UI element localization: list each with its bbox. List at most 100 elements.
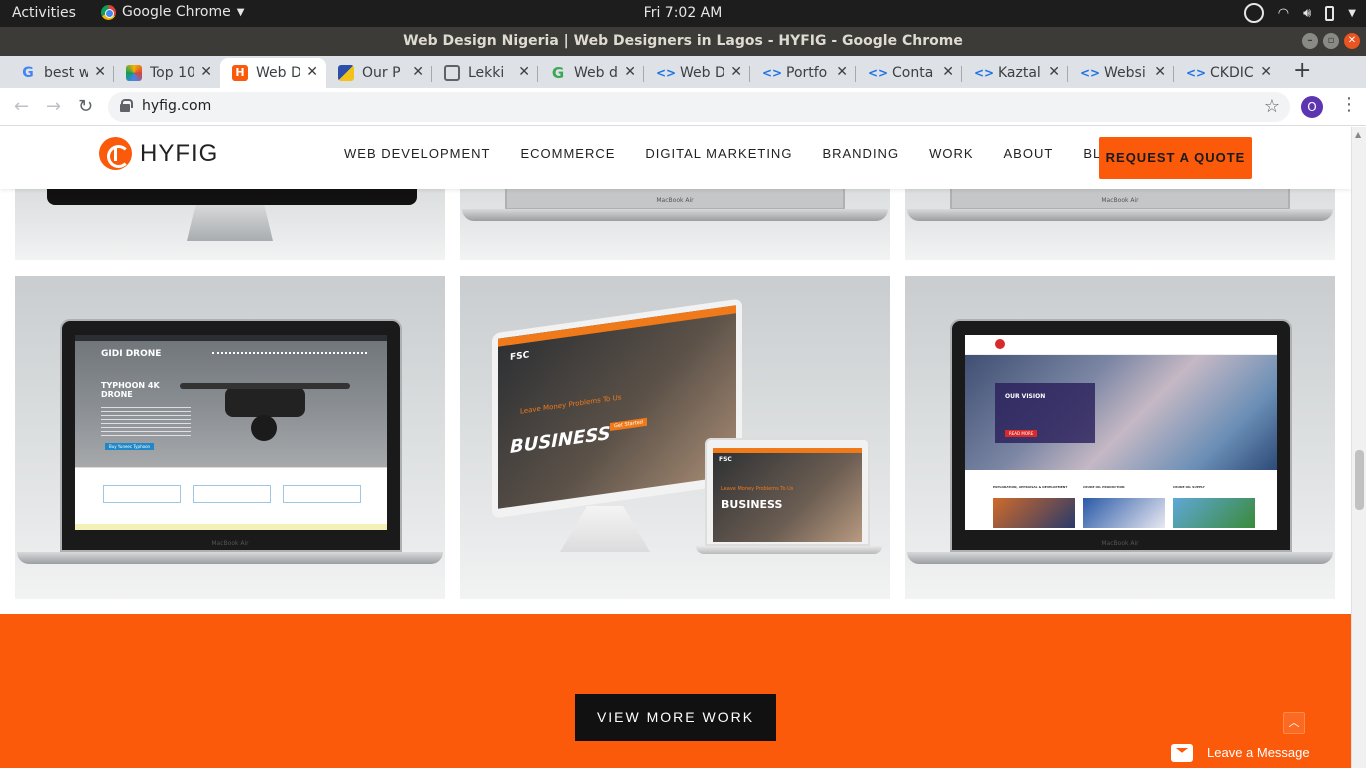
- close-tab-icon[interactable]: ✕: [94, 64, 106, 80]
- grammarly-icon: G: [551, 64, 565, 82]
- close-tab-icon[interactable]: ✕: [1048, 64, 1060, 80]
- forward-icon[interactable]: →: [46, 96, 61, 117]
- scroll-up-icon[interactable]: ▲: [1355, 130, 1361, 139]
- hyfig-logo-icon: [99, 137, 132, 170]
- nav-work[interactable]: WORK: [929, 146, 973, 161]
- profile-avatar[interactable]: O: [1301, 96, 1323, 118]
- request-quote-button[interactable]: REQUEST A QUOTE: [1099, 137, 1252, 179]
- oil-read-more: READ MORE: [1005, 430, 1038, 437]
- tab-label: best w: [44, 65, 88, 81]
- battery-icon: [1325, 5, 1335, 21]
- fsc-headline: BUSINESS: [510, 422, 611, 459]
- url-text[interactable]: hyfig.com: [142, 98, 211, 114]
- tab[interactable]: <> Portfo ✕: [750, 58, 856, 88]
- nav-web-development[interactable]: WEB DEVELOPMENT: [344, 146, 490, 161]
- tab[interactable]: <> Web D ✕: [644, 58, 750, 88]
- activities-button[interactable]: Activities: [12, 5, 76, 21]
- close-tab-icon[interactable]: ✕: [1260, 64, 1272, 80]
- ourp-icon: [338, 65, 354, 81]
- app-menu[interactable]: Google Chrome ▼: [101, 4, 244, 20]
- new-tab-icon[interactable]: +: [1293, 58, 1311, 83]
- system-tray[interactable]: ◠ 🔊︎ ▼: [1243, 3, 1356, 23]
- website-screenshot: GIDI DRONE TYPHOON 4K DRONE Buy Yuneec T…: [75, 335, 387, 530]
- tab[interactable]: G Web d ✕: [538, 58, 644, 88]
- bookmark-star-icon[interactable]: ☆: [1264, 96, 1280, 117]
- oil-col-2: CRUDE OIL PRODUCTION: [1083, 485, 1125, 489]
- nav-about[interactable]: ABOUT: [1004, 146, 1054, 161]
- close-tab-icon[interactable]: ✕: [942, 64, 954, 80]
- close-tab-icon[interactable]: ✕: [518, 64, 530, 80]
- imac-stand: [187, 205, 273, 241]
- close-tab-icon[interactable]: ✕: [624, 64, 636, 80]
- portfolio-tile-oil-gas[interactable]: OUR VISION READ MORE EXPLORATION, APPRAI…: [905, 276, 1335, 599]
- tab-active[interactable]: H Web D ✕: [220, 58, 326, 88]
- back-to-top-icon[interactable]: ︿: [1283, 712, 1305, 734]
- hyfig-icon: H: [232, 65, 248, 81]
- logo-text: HYFIG: [140, 139, 219, 167]
- fsc-logo-small: FSC: [719, 456, 732, 463]
- tab-label: CKDIC: [1210, 65, 1254, 81]
- laptop-brand: MacBook Air: [1101, 540, 1139, 547]
- portfolio-tile-gidi-drone[interactable]: GIDI DRONE TYPHOON 4K DRONE Buy Yuneec T…: [15, 276, 445, 599]
- more-menu-icon[interactable]: ⋮: [1340, 94, 1358, 115]
- tab[interactable]: Lekki ✕: [432, 58, 538, 88]
- tab-label: Top 10: [150, 65, 194, 81]
- app-menu-label: Google Chrome: [122, 4, 231, 20]
- code-icon: <>: [974, 66, 995, 80]
- tab[interactable]: Top 10 ✕: [114, 58, 220, 88]
- code-icon: <>: [1186, 66, 1207, 80]
- reload-icon[interactable]: ↻: [78, 96, 93, 117]
- tab-label: Websi: [1104, 65, 1146, 81]
- close-tab-icon[interactable]: ✕: [836, 64, 848, 80]
- laptop-base: MacBook Air: [907, 540, 1333, 564]
- laptop-brand: MacBook Air: [211, 540, 249, 547]
- live-chat-widget[interactable]: Leave a Message: [1161, 737, 1351, 768]
- lock-icon[interactable]: [120, 99, 133, 112]
- minimize-icon[interactable]: –: [1302, 33, 1318, 49]
- tab[interactable]: G best w ✕: [8, 58, 114, 88]
- obs-icon[interactable]: [1243, 3, 1264, 23]
- scrollbar-thumb[interactable]: [1355, 450, 1364, 510]
- website-screenshot: OUR VISION READ MORE EXPLORATION, APPRAI…: [965, 335, 1277, 530]
- tab[interactable]: <> CKDIC ✕: [1174, 58, 1280, 88]
- fsc-headline-small: BUSINESS: [721, 498, 783, 511]
- tab[interactable]: <> Websi ✕: [1068, 58, 1174, 88]
- live-chat-label: Leave a Message: [1207, 745, 1310, 760]
- address-bar[interactable]: hyfig.com ☆: [108, 92, 1290, 122]
- os-top-bar: Activities Google Chrome ▼ Fri 7:02 AM ◠…: [0, 0, 1366, 27]
- maximize-icon[interactable]: ▫: [1323, 33, 1339, 49]
- back-icon[interactable]: ←: [14, 96, 29, 117]
- portfolio-tile-fsc[interactable]: FSC Leave Money Problems To Us BUSINESS …: [460, 276, 890, 599]
- tab[interactable]: Our P ✕: [326, 58, 432, 88]
- tab[interactable]: <> Conta ✕: [856, 58, 962, 88]
- close-tab-icon[interactable]: ✕: [200, 64, 212, 80]
- close-tab-icon[interactable]: ✕: [730, 64, 742, 80]
- gidi-logo: GIDI DRONE: [101, 349, 162, 359]
- page-scrollbar[interactable]: ▲: [1351, 127, 1366, 768]
- tab-label: Portfo: [786, 65, 828, 81]
- laptop-brand: MacBook Air: [1101, 197, 1139, 204]
- page-viewport: MacBook Air MacBook Air GIDI DRONE TYPHO…: [0, 127, 1351, 768]
- view-more-work-button[interactable]: VIEW MORE WORK: [575, 694, 776, 741]
- view-more-section: VIEW MORE WORK ︿: [0, 614, 1351, 768]
- laptop-screen: OUR VISION READ MORE EXPLORATION, APPRAI…: [950, 319, 1292, 552]
- close-tab-icon[interactable]: ✕: [1154, 64, 1166, 80]
- gidi-headline: TYPHOON 4K DRONE: [101, 381, 160, 399]
- tab-label: Web D: [256, 65, 300, 81]
- laptop-brand: MacBook Air: [656, 197, 694, 204]
- tab[interactable]: <> Kaztal ✕: [962, 58, 1068, 88]
- fsc-tagline: Leave Money Problems To Us: [520, 393, 622, 416]
- website-screenshot-small: FSC Leave Money Problems To Us BUSINESS: [713, 448, 862, 542]
- nav-branding[interactable]: BRANDING: [822, 146, 899, 161]
- tab-label: Lekki: [468, 65, 505, 81]
- clock[interactable]: Fri 7:02 AM: [644, 5, 723, 21]
- close-tab-icon[interactable]: ✕: [306, 64, 318, 80]
- window-titlebar: Web Design Nigeria | Web Designers in La…: [0, 27, 1366, 56]
- site-logo[interactable]: HYFIG: [99, 137, 218, 170]
- nav-ecommerce[interactable]: ECOMMERCE: [520, 146, 615, 161]
- nav-digital-marketing[interactable]: DIGITAL MARKETING: [645, 146, 792, 161]
- close-window-icon[interactable]: ✕: [1344, 33, 1360, 49]
- close-tab-icon[interactable]: ✕: [412, 64, 424, 80]
- wifi-icon: ◠: [1277, 5, 1290, 21]
- drone-body: [225, 387, 305, 417]
